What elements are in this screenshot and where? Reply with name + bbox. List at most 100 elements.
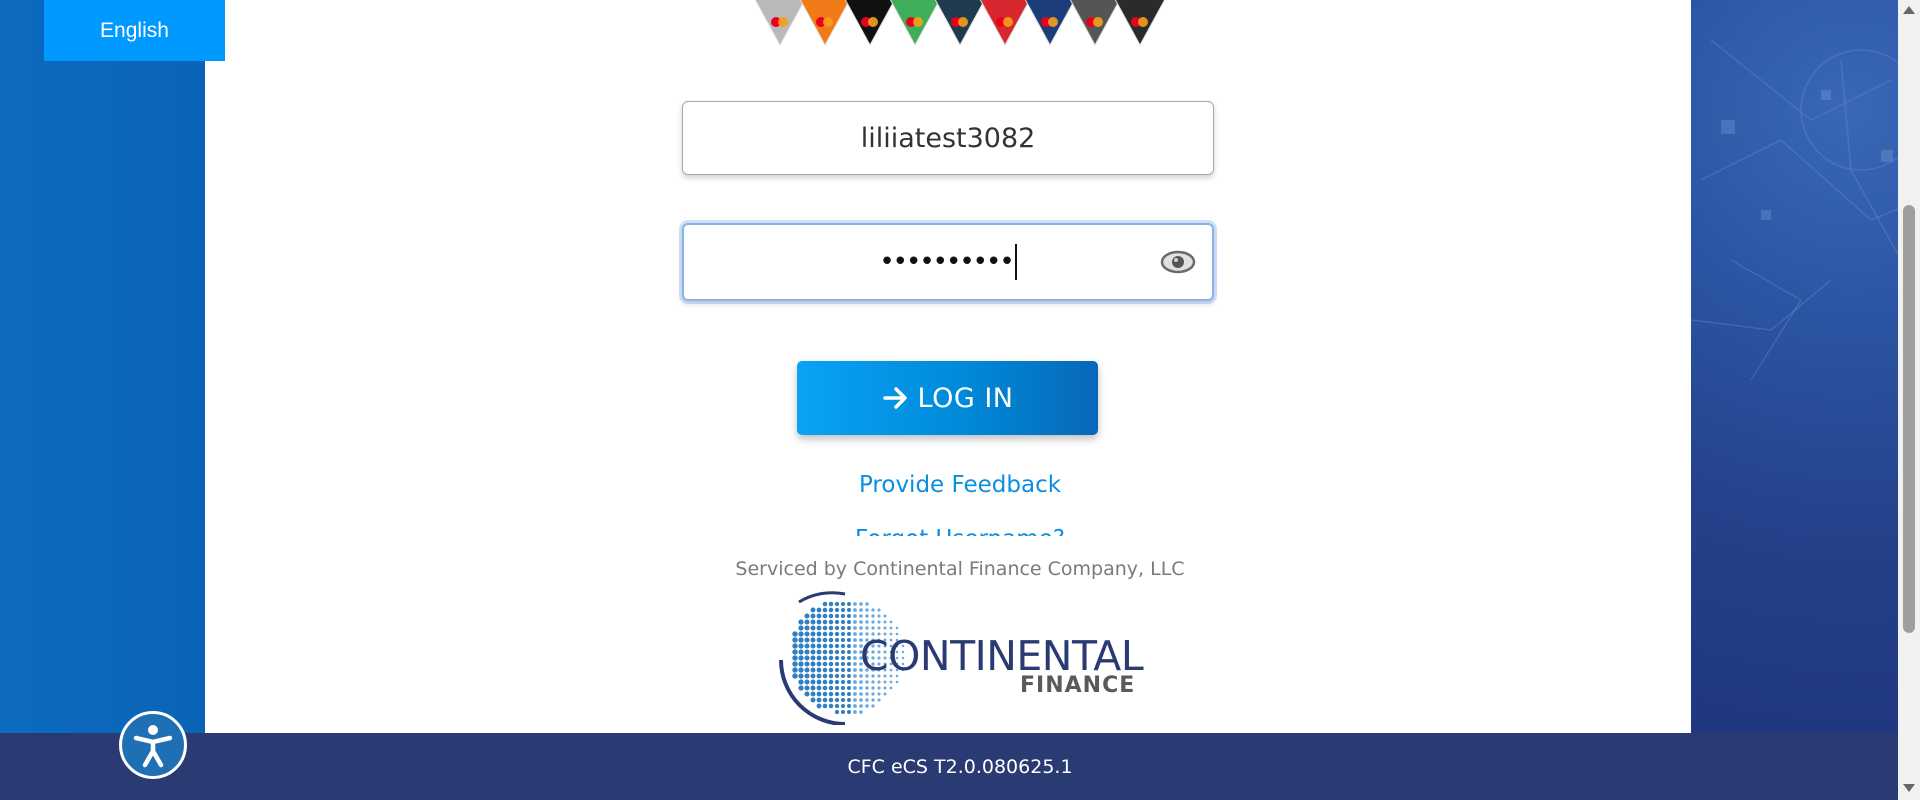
arrow-right-icon [882, 387, 907, 409]
globe-dot [828, 679, 834, 685]
globe-dot [883, 680, 887, 684]
globe-dot [816, 661, 822, 667]
scroll-up-arrow-icon[interactable] [1903, 6, 1915, 14]
language-button[interactable]: English [44, 0, 225, 61]
globe-dot [834, 661, 840, 667]
globe-dot [804, 625, 810, 631]
globe-dot [847, 704, 851, 708]
globe-dot [859, 602, 863, 606]
globe-dot [804, 637, 810, 643]
provide-feedback-link[interactable]: Provide Feedback [0, 472, 1920, 498]
globe-dot [847, 632, 851, 636]
globe-dot [877, 686, 881, 690]
globe-dot [847, 644, 851, 648]
globe-dot [828, 661, 834, 667]
globe-dot [828, 625, 834, 631]
globe-dot [828, 691, 834, 697]
globe-dot [804, 679, 810, 685]
scroll-down-arrow-icon[interactable] [1903, 784, 1915, 792]
globe-dot [840, 709, 846, 715]
forgot-username-link[interactable]: Forgot Username? [760, 526, 1160, 536]
username-field[interactable]: liliiatest3082 [682, 101, 1214, 175]
globe-dot [816, 649, 822, 655]
globe-dot [840, 643, 846, 649]
globe-dot [834, 673, 840, 679]
globe-dot [877, 620, 881, 624]
globe-dot [834, 655, 840, 661]
globe-dot [847, 608, 851, 612]
globe-dot [816, 691, 822, 697]
globe-dot [810, 631, 816, 637]
globe-dot [822, 685, 828, 691]
globe-dot [865, 692, 869, 696]
globe-dot [804, 649, 810, 655]
globe-dot [798, 673, 804, 679]
eye-icon[interactable] [1160, 250, 1196, 274]
globe-dot [798, 619, 804, 625]
globe-dot [834, 625, 840, 631]
globe-dot [834, 697, 840, 703]
globe-dot [804, 613, 810, 619]
globe-dot [871, 686, 875, 690]
accessibility-button[interactable] [119, 711, 187, 779]
globe-dot [840, 697, 846, 703]
globe-dot [822, 625, 828, 631]
globe-dot [822, 655, 828, 661]
globe-dot [816, 637, 822, 643]
scroll-thumb[interactable] [1903, 205, 1915, 633]
globe-dot [804, 691, 810, 697]
globe-dot [828, 643, 834, 649]
globe-dot [822, 679, 828, 685]
globe-dot [840, 649, 846, 655]
globe-dot [834, 607, 840, 613]
mastercard-mark [778, 17, 788, 27]
mastercard-mark [868, 17, 878, 27]
globe-dot [847, 614, 851, 618]
globe-dot [871, 692, 875, 696]
globe-dot [883, 686, 887, 690]
mastercard-mark [1048, 17, 1058, 27]
serviced-by-text: Serviced by Continental Finance Company,… [735, 558, 1185, 580]
globe-dot [859, 608, 863, 612]
version-text: CFC eCS T2.0.080625.1 [847, 755, 1073, 778]
globe-dot [889, 686, 893, 690]
globe-dot [859, 680, 863, 684]
globe-dot [822, 661, 828, 667]
globe-dot [865, 686, 869, 690]
globe-dot [828, 607, 834, 613]
globe-dot [853, 656, 857, 660]
globe-dot [847, 668, 851, 672]
globe-dot [810, 679, 816, 685]
globe-dot [853, 608, 857, 612]
globe-dot [859, 704, 863, 708]
globe-dot [889, 626, 893, 630]
password-field[interactable]: •••••••••• [682, 223, 1214, 301]
globe-dot [853, 602, 857, 606]
globe-dot [840, 691, 846, 697]
globe-dot [804, 631, 810, 637]
globe-dot [804, 673, 810, 679]
globe-dot [840, 613, 846, 619]
credit-cards-banner [754, 0, 1166, 47]
globe-dot [804, 661, 810, 667]
globe-dot [853, 614, 857, 618]
globe-dot [792, 655, 798, 661]
login-button[interactable]: LOG IN [797, 361, 1098, 435]
mastercard-mark [913, 17, 923, 27]
globe-dot [895, 626, 899, 630]
vertical-scrollbar[interactable] [1898, 0, 1920, 800]
globe-dot [834, 601, 840, 607]
globe-dot [810, 625, 816, 631]
globe-dot [834, 613, 840, 619]
globe-dot [853, 698, 857, 702]
globe-dot [822, 643, 828, 649]
globe-dot [840, 661, 846, 667]
globe-dot [816, 631, 822, 637]
globe-dot [792, 631, 798, 637]
globe-dot [847, 638, 851, 642]
footer-bar: CFC eCS T2.0.080625.1 [0, 733, 1920, 800]
globe-dot [822, 697, 828, 703]
globe-dot [834, 619, 840, 625]
globe-dot [853, 686, 857, 690]
mastercard-mark [1138, 17, 1148, 27]
